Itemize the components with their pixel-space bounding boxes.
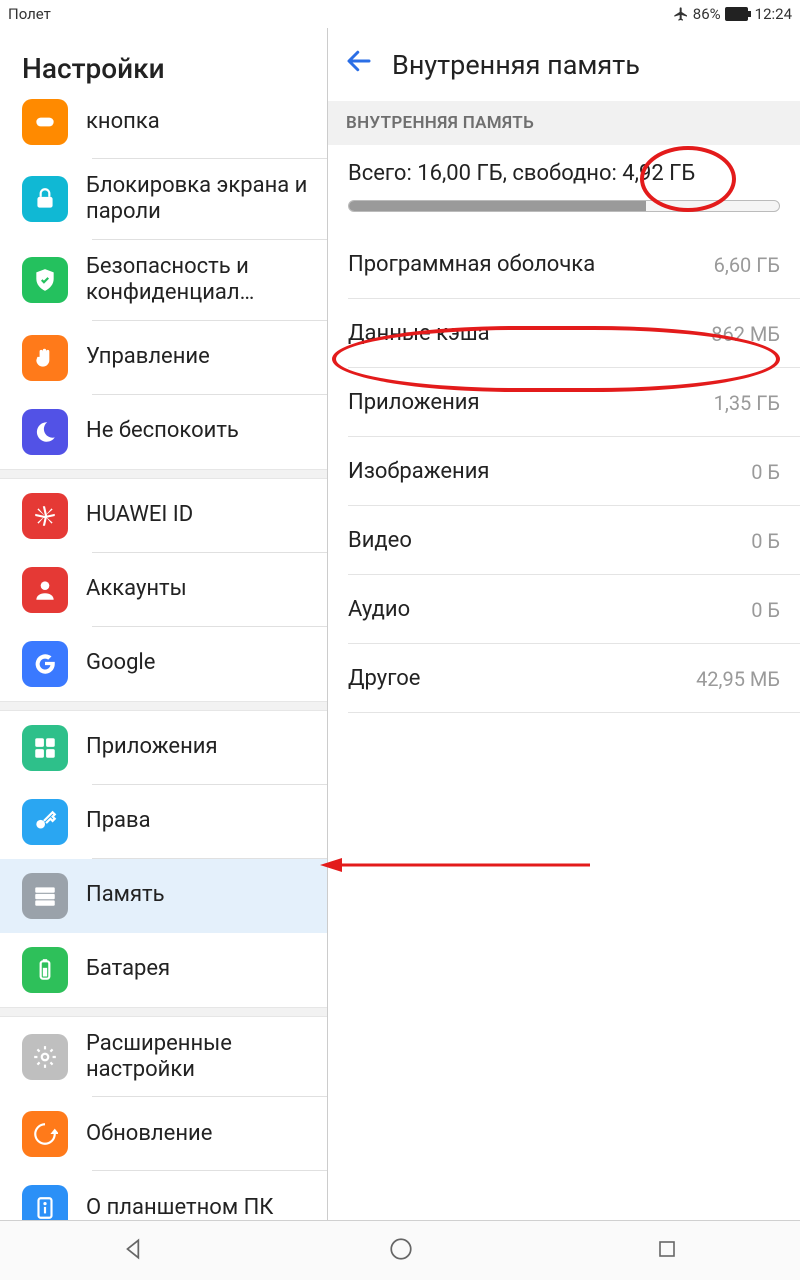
- sidebar-title: Настройки: [0, 28, 327, 99]
- sidebar-item-label: Безопасность и конфиденциал…: [86, 254, 313, 307]
- sidebar-item-label: О планшетном ПК: [86, 1195, 273, 1220]
- storage-row-1[interactable]: Данные кэша 862 МБ: [328, 299, 800, 368]
- sidebar-item-12[interactable]: Расширенные настройки: [0, 1017, 327, 1098]
- huawei-icon: [22, 493, 68, 539]
- storage-row-label: Аудио: [348, 597, 410, 622]
- back-icon[interactable]: [344, 46, 374, 83]
- sidebar-item-3[interactable]: Управление: [0, 321, 327, 395]
- sidebar-item-0[interactable]: кнопка: [0, 99, 327, 159]
- recent-nav-icon[interactable]: [655, 1237, 679, 1265]
- apps-icon: [22, 725, 68, 771]
- storage-row-label: Изображения: [348, 459, 490, 484]
- storage-row-label: Программная оболочка: [348, 252, 595, 277]
- sidebar-item-label: Расширенные настройки: [86, 1031, 313, 1084]
- battery-icon: [22, 947, 68, 993]
- storage-progress: [328, 194, 800, 230]
- storage-row-value: 6,60 ГБ: [714, 253, 780, 277]
- time-label: 12:24: [755, 5, 792, 23]
- storage-row-value: 0 Б: [751, 529, 780, 553]
- content-header: Внутренняя память: [328, 28, 800, 101]
- storage-row-value: 1,35 ГБ: [714, 391, 780, 415]
- storage-row-label: Данные кэша: [348, 321, 490, 346]
- sidebar-group-gap: [0, 469, 327, 479]
- sidebar-item-8[interactable]: Приложения: [0, 711, 327, 785]
- storage-free: 4,92 ГБ: [622, 161, 695, 186]
- summary-prefix: Всего:: [348, 161, 417, 186]
- storage-row-6[interactable]: Другое 42,95 МБ: [328, 644, 800, 713]
- sidebar-item-label: Google: [86, 650, 155, 676]
- storage-row-5[interactable]: Аудио 0 Б: [328, 575, 800, 644]
- android-navbar: [0, 1220, 800, 1280]
- carrier-label: Полет: [8, 5, 51, 23]
- sidebar-item-11[interactable]: Батарея: [0, 933, 327, 1007]
- moon-icon: [22, 409, 68, 455]
- storage-row-label: Видео: [348, 528, 412, 553]
- button-icon: [22, 99, 68, 145]
- sidebar-item-6[interactable]: Аккаунты: [0, 553, 327, 627]
- battery-text: 86%: [693, 5, 721, 23]
- home-nav-icon[interactable]: [388, 1236, 414, 1266]
- storage-row-0[interactable]: Программная оболочка 6,60 ГБ: [328, 230, 800, 299]
- sidebar-item-10[interactable]: Память: [0, 859, 327, 933]
- sidebar-item-7[interactable]: Google: [0, 627, 327, 701]
- sidebar-item-label: Обновление: [86, 1121, 212, 1147]
- content-title: Внутренняя память: [392, 49, 640, 81]
- sidebar-item-13[interactable]: Обновление: [0, 1097, 327, 1171]
- storage-pane: Внутренняя память ВНУТРЕННЯЯ ПАМЯТЬ Всег…: [328, 28, 800, 1220]
- info-icon: [22, 1185, 68, 1220]
- sidebar-item-5[interactable]: HUAWEI ID: [0, 479, 327, 553]
- shield-icon: [22, 257, 68, 303]
- update-icon: [22, 1111, 68, 1157]
- status-right: 86% 12:24: [673, 5, 792, 23]
- storage-row-3[interactable]: Изображения 0 Б: [328, 437, 800, 506]
- storage-summary: Всего: 16,00 ГБ, свободно: 4,92 ГБ: [328, 145, 800, 194]
- battery-icon: [725, 7, 751, 21]
- section-header: ВНУТРЕННЯЯ ПАМЯТЬ: [328, 101, 800, 145]
- storage-row-label: Другое: [348, 666, 420, 691]
- sidebar-item-label: Аккаунты: [86, 576, 187, 602]
- sidebar-item-14[interactable]: О планшетном ПК: [0, 1171, 327, 1220]
- key-icon: [22, 799, 68, 845]
- back-nav-icon[interactable]: [121, 1236, 147, 1266]
- sidebar-item-label: Управление: [86, 344, 210, 370]
- storage-row-value: 862 МБ: [711, 322, 780, 346]
- sidebar-item-label: Приложения: [86, 734, 218, 760]
- storage-row-value: 0 Б: [751, 598, 780, 622]
- storage-row-label: Приложения: [348, 390, 480, 415]
- status-bar: Полет 86% 12:24: [0, 0, 800, 28]
- sidebar-item-label: Права: [86, 808, 151, 834]
- storage-row-value: 42,95 МБ: [696, 667, 780, 691]
- sidebar-item-label: Блокировка экрана и пароли: [86, 173, 313, 226]
- sidebar-item-1[interactable]: Блокировка экрана и пароли: [0, 159, 327, 240]
- sidebar-item-2[interactable]: Безопасность и конфиденциал…: [0, 240, 327, 321]
- sidebar-item-9[interactable]: Права: [0, 785, 327, 859]
- lock-icon: [22, 176, 68, 222]
- storage-row-value: 0 Б: [751, 460, 780, 484]
- sidebar-item-label: Батарея: [86, 956, 170, 982]
- airplane-icon: [673, 6, 689, 22]
- storage-row-2[interactable]: Приложения 1,35 ГБ: [328, 368, 800, 437]
- sidebar-item-label: Память: [86, 882, 165, 908]
- google-icon: [22, 641, 68, 687]
- storage-icon: [22, 873, 68, 919]
- hand-icon: [22, 335, 68, 381]
- sidebar-item-label: HUAWEI ID: [86, 502, 193, 528]
- storage-row-4[interactable]: Видео 0 Б: [328, 506, 800, 575]
- sidebar-group-gap: [0, 701, 327, 711]
- settings-sidebar: Настройки кнопка Блокировка экрана и паро…: [0, 28, 328, 1220]
- summary-mid: , свободно:: [503, 161, 623, 186]
- gear-icon: [22, 1034, 68, 1080]
- sidebar-item-label: Не беспокоить: [86, 418, 239, 444]
- storage-total: 16,00 ГБ: [417, 161, 502, 186]
- account-icon: [22, 567, 68, 613]
- sidebar-group-gap: [0, 1007, 327, 1017]
- sidebar-item-label: кнопка: [86, 109, 160, 135]
- sidebar-item-4[interactable]: Не беспокоить: [0, 395, 327, 469]
